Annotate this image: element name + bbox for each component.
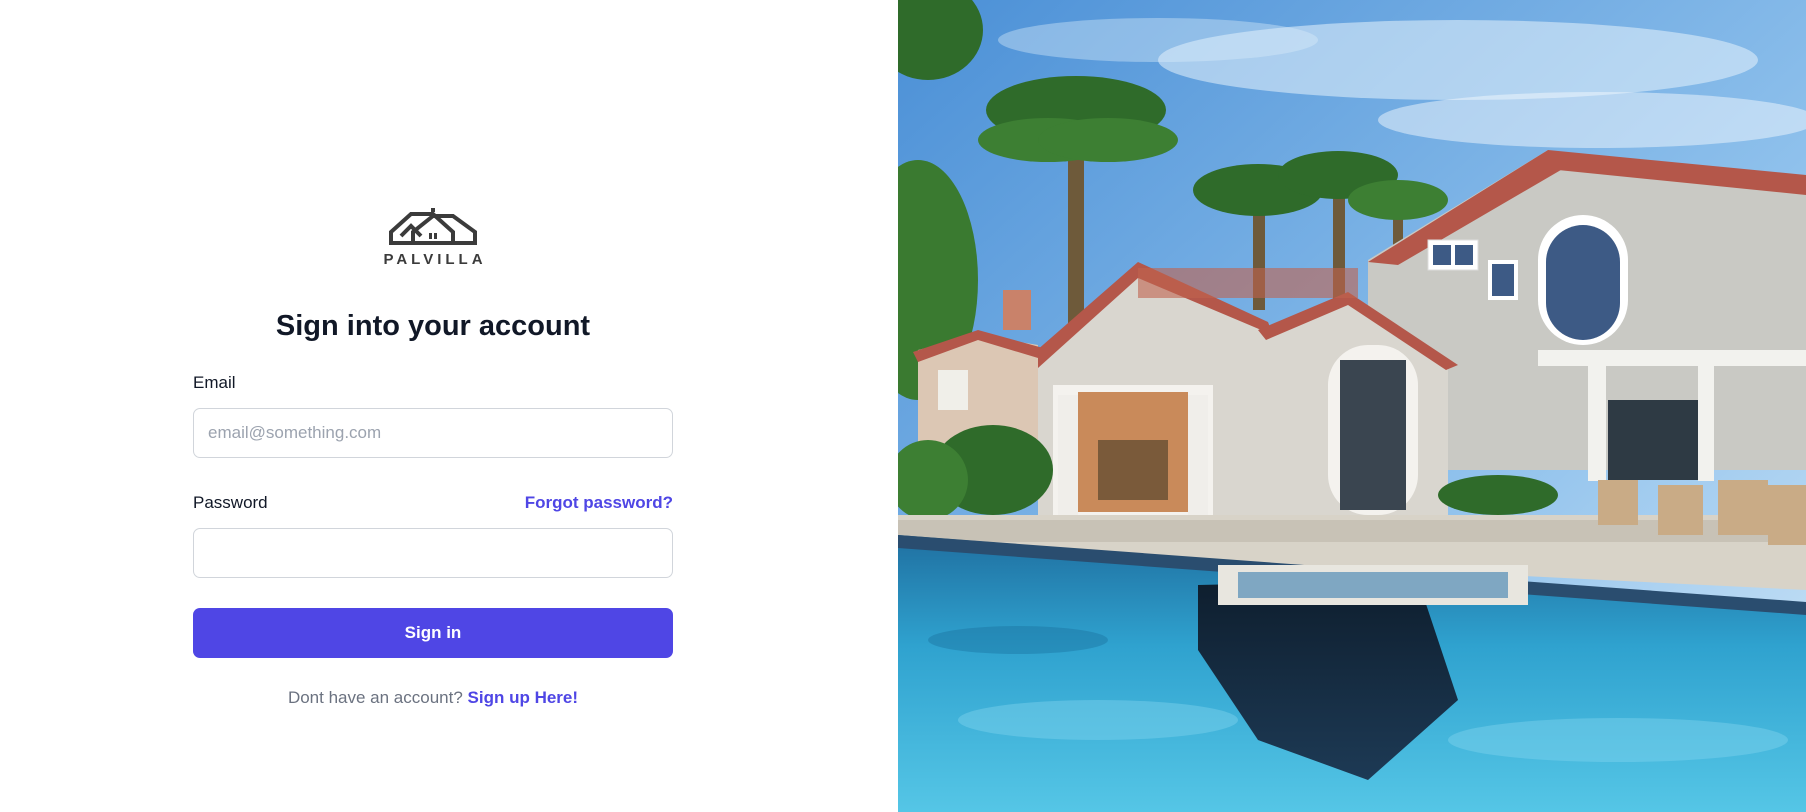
login-panel: PALVILLA Sign into your account Email Pa…: [0, 0, 898, 812]
page-title: Sign into your account: [275, 310, 591, 342]
brand-name: PALVILLA: [383, 251, 487, 268]
house-roof-logo-icon: [389, 208, 477, 245]
sign-up-link[interactable]: Sign up Here!: [468, 688, 579, 707]
email-field[interactable]: [193, 408, 673, 458]
forgot-password-link[interactable]: Forgot password?: [525, 493, 673, 513]
signup-prompt-text: Dont have an account?: [287, 688, 463, 707]
signup-prompt: Dont have an account? Sign up Here!: [193, 688, 673, 708]
sign-in-button[interactable]: Sign in: [193, 608, 673, 658]
villa-pool-photo: [898, 0, 1806, 812]
login-page: PALVILLA Sign into your account Email Pa…: [0, 0, 1806, 812]
brand-logo: PALVILLA: [363, 202, 503, 280]
hero-image: [898, 0, 1806, 812]
password-field[interactable]: [193, 528, 673, 578]
password-label: Password: [193, 493, 268, 512]
email-label: Email: [193, 373, 236, 392]
